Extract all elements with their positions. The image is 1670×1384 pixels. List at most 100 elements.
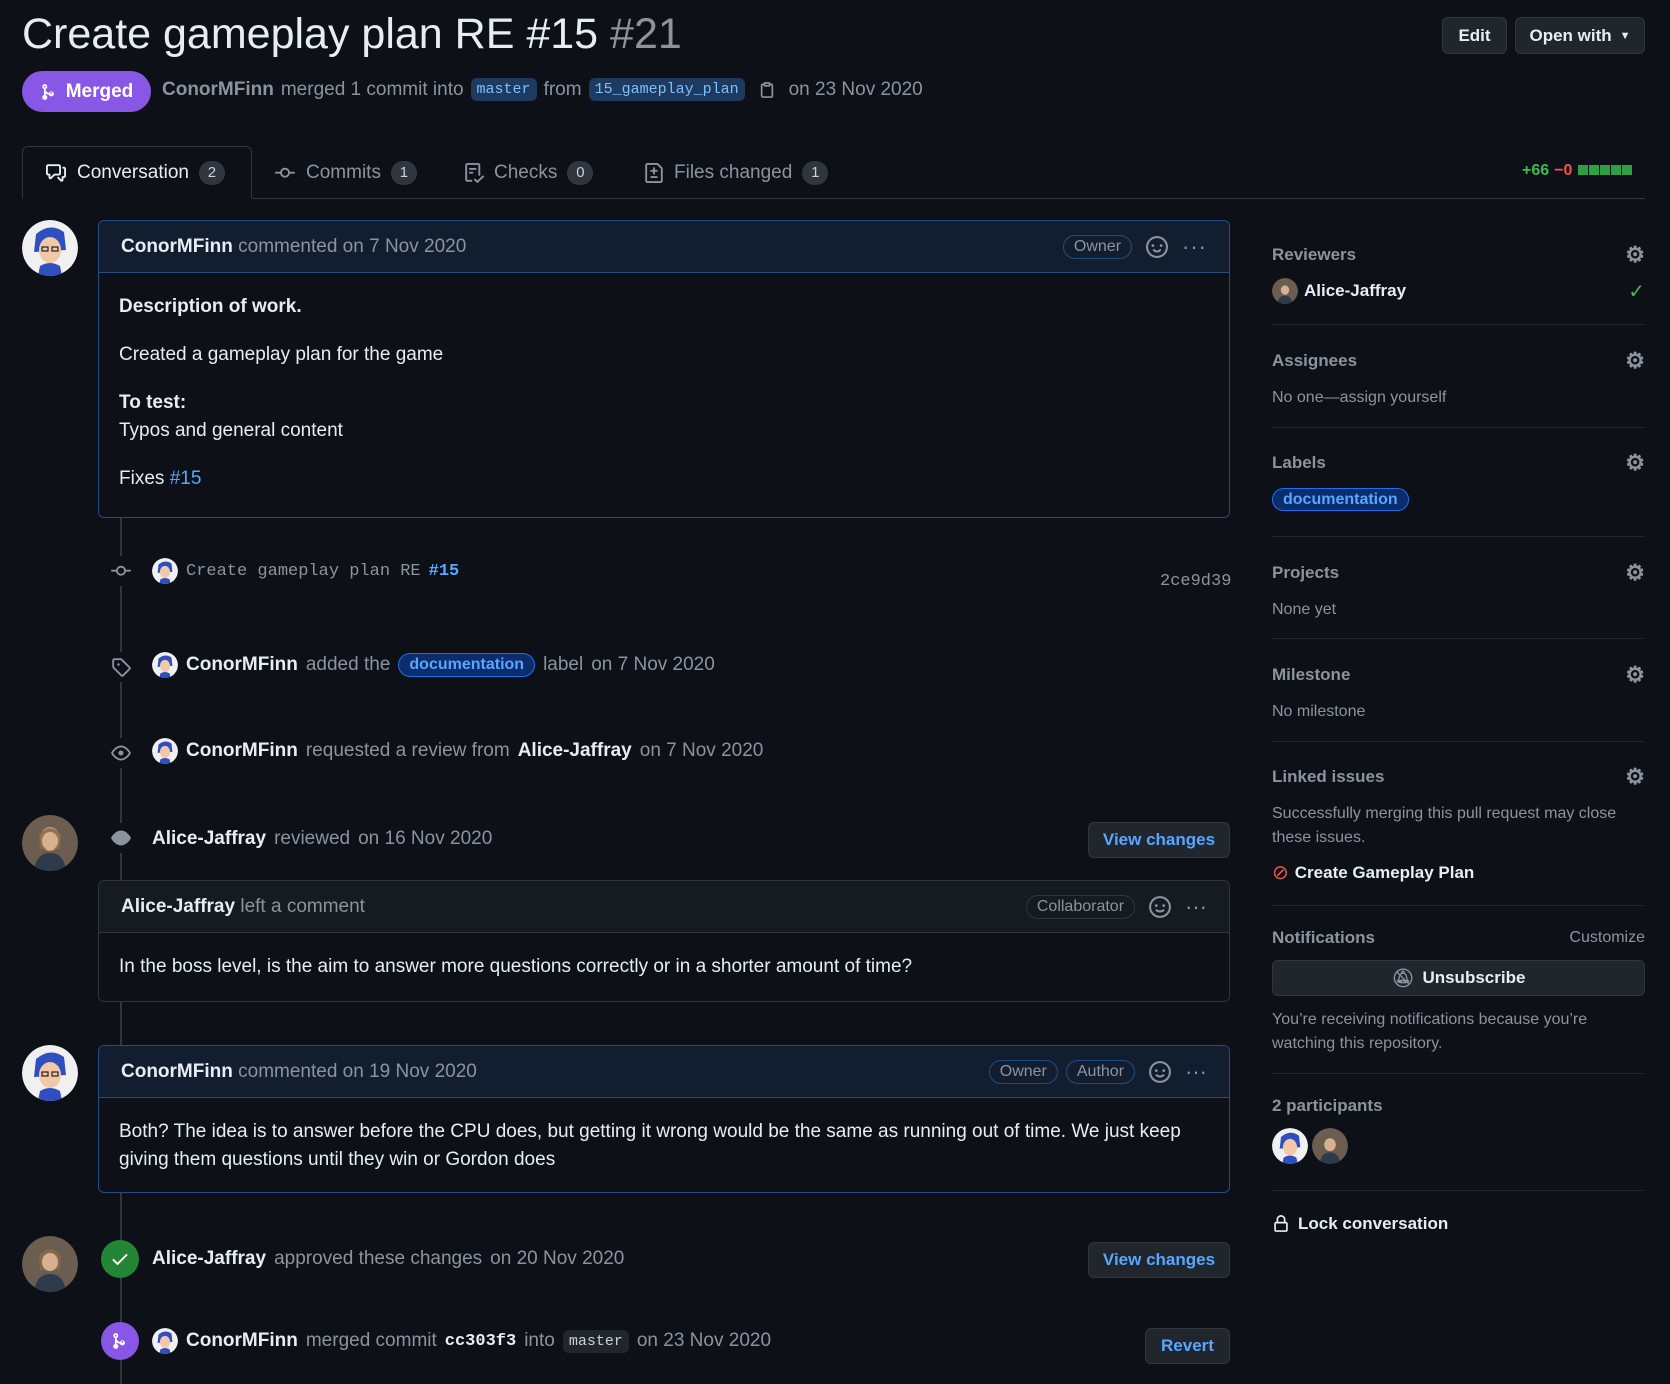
gear-icon[interactable]: ⚙ bbox=[1625, 662, 1645, 688]
tab-files-changed-count: 1 bbox=[802, 160, 829, 185]
view-changes-button[interactable]: View changes bbox=[1088, 822, 1230, 858]
review-request-reviewer[interactable]: Alice-Jaffray bbox=[518, 740, 632, 762]
check-icon: ✓ bbox=[1628, 280, 1645, 303]
copy-icon[interactable] bbox=[758, 80, 776, 100]
kebab-horizontal-icon[interactable]: ··· bbox=[1185, 1059, 1207, 1085]
base-branch[interactable]: master bbox=[470, 78, 537, 101]
comment-date[interactable]: commented on 7 Nov 2020 bbox=[238, 236, 466, 258]
review-author[interactable]: Alice-Jaffray bbox=[152, 828, 266, 850]
participant-avatar-alice-jaffray[interactable] bbox=[1312, 1128, 1348, 1164]
tab-files-changed[interactable]: Files changed 1 bbox=[622, 146, 850, 199]
from-text: from bbox=[543, 78, 582, 100]
customize-link[interactable]: Customize bbox=[1569, 929, 1645, 947]
smiley-icon[interactable] bbox=[1149, 895, 1171, 918]
reviewer-name[interactable]: Alice-Jaffray bbox=[1304, 281, 1406, 301]
tab-files-changed-label: Files changed bbox=[674, 161, 793, 183]
git-commit-icon bbox=[275, 167, 295, 178]
tab-checks[interactable]: Checks 0 bbox=[442, 146, 615, 199]
kebab-horizontal-icon[interactable]: ··· bbox=[1185, 894, 1207, 920]
head-branch[interactable]: 15_gameplay_plan bbox=[588, 78, 745, 101]
gear-icon[interactable]: ⚙ bbox=[1625, 348, 1645, 374]
sidebar-divider bbox=[1272, 1190, 1645, 1191]
unsubscribe-label: Unsubscribe bbox=[1422, 968, 1526, 987]
avatar-alice-jaffray[interactable] bbox=[22, 1236, 78, 1292]
avatar-conormfinn-small[interactable] bbox=[152, 558, 178, 584]
gear-icon[interactable]: ⚙ bbox=[1625, 242, 1645, 268]
gear-icon[interactable]: ⚙ bbox=[1625, 764, 1645, 790]
avatar-conormfinn-small[interactable] bbox=[152, 652, 178, 678]
milestone-heading: Milestone bbox=[1272, 665, 1351, 684]
documentation-label[interactable]: documentation bbox=[398, 653, 536, 677]
participant-avatar-conormfinn[interactable] bbox=[1272, 1128, 1308, 1164]
git-commit-icon bbox=[106, 556, 136, 586]
avatar-alice-jaffray-small[interactable] bbox=[1272, 278, 1298, 304]
comment-author[interactable]: ConorMFinn bbox=[121, 236, 233, 258]
sidebar-assignees: Assignees ⚙ No one—assign yourself bbox=[1272, 348, 1645, 410]
lock-conversation-link[interactable]: Lock conversation bbox=[1272, 1214, 1448, 1234]
approval-date[interactable]: on 20 Nov 2020 bbox=[490, 1248, 624, 1270]
gear-icon[interactable]: ⚙ bbox=[1625, 560, 1645, 586]
avatar-conormfinn-small[interactable] bbox=[152, 738, 178, 764]
review-comment-card: Alice-Jaffray left a comment Collaborato… bbox=[98, 880, 1230, 1002]
merged-date[interactable]: on 23 Nov 2020 bbox=[637, 1330, 771, 1352]
notifications-text: You’re receiving notifications because y… bbox=[1272, 1011, 1588, 1052]
sidebar-divider bbox=[1272, 324, 1645, 325]
approval-event: Alice-Jaffray approved these changes on … bbox=[152, 1248, 624, 1270]
smiley-icon[interactable] bbox=[1149, 1060, 1171, 1083]
review-date[interactable]: on 16 Nov 2020 bbox=[358, 828, 492, 850]
eye-icon bbox=[106, 738, 136, 768]
test-text: Typos and general content bbox=[119, 420, 343, 441]
sidebar-divider bbox=[1272, 741, 1645, 742]
merged-into: into bbox=[524, 1330, 555, 1351]
avatar-alice-jaffray[interactable] bbox=[22, 815, 78, 871]
merged-state-label: Merged bbox=[65, 80, 134, 102]
pr-author-link[interactable]: ConorMFinn bbox=[162, 79, 274, 101]
reply-author[interactable]: ConorMFinn bbox=[121, 1061, 233, 1083]
tab-commits[interactable]: Commits 1 bbox=[252, 146, 439, 199]
review-request-date[interactable]: on 7 Nov 2020 bbox=[640, 740, 764, 762]
owner-badge: Owner bbox=[988, 1059, 1058, 1084]
documentation-label[interactable]: documentation bbox=[1272, 488, 1409, 511]
assignees-text[interactable]: No one—assign yourself bbox=[1272, 386, 1645, 410]
tab-conversation[interactable]: Conversation 2 bbox=[22, 146, 252, 199]
pr-number: #21 bbox=[610, 10, 682, 58]
linked-issues-heading: Linked issues bbox=[1272, 767, 1385, 786]
sidebar-reviewers: Reviewers ⚙ Alice-Jaffray ✓ bbox=[1272, 242, 1645, 304]
review-comment-author[interactable]: Alice-Jaffray bbox=[121, 896, 235, 918]
eye-icon bbox=[106, 823, 136, 853]
label-event-date[interactable]: on 7 Nov 2020 bbox=[591, 654, 715, 676]
sidebar-participants: 2 participants bbox=[1272, 1096, 1645, 1164]
edit-button[interactable]: Edit bbox=[1442, 17, 1507, 54]
view-changes-button[interactable]: View changes bbox=[1088, 1242, 1230, 1278]
comment-discussion-icon bbox=[46, 163, 66, 182]
review-request-author[interactable]: ConorMFinn bbox=[186, 740, 298, 762]
avatar-conormfinn[interactable] bbox=[22, 1045, 78, 1101]
merged-branch[interactable]: master bbox=[562, 1329, 629, 1353]
gear-icon[interactable]: ⚙ bbox=[1625, 450, 1645, 476]
label-event-author[interactable]: ConorMFinn bbox=[186, 654, 298, 676]
commit-message[interactable]: Create gameplay plan RE bbox=[186, 562, 421, 581]
file-diff-icon bbox=[645, 162, 663, 183]
avatar-conormfinn-small[interactable] bbox=[152, 1328, 178, 1354]
open-with-button[interactable]: Open with ▼ bbox=[1515, 17, 1645, 54]
merged-author[interactable]: ConorMFinn bbox=[186, 1330, 298, 1352]
merged-state-badge: Merged bbox=[22, 71, 151, 112]
sidebar-divider bbox=[1272, 905, 1645, 906]
commit-sha[interactable]: 2ce9d39 bbox=[1160, 572, 1231, 591]
test-heading: To test: bbox=[119, 392, 187, 413]
unsubscribe-button[interactable]: 🔕︎ Unsubscribe bbox=[1272, 960, 1645, 996]
avatar-conormfinn[interactable] bbox=[22, 220, 78, 276]
kebab-horizontal-icon[interactable]: ··· bbox=[1182, 234, 1207, 260]
revert-button[interactable]: Revert bbox=[1145, 1328, 1230, 1364]
comment-header: ConorMFinn commented on 7 Nov 2020 Owner… bbox=[99, 221, 1229, 273]
commit-issue-ref[interactable]: #15 bbox=[429, 562, 460, 581]
linked-issue-link[interactable]: Create Gameplay Plan bbox=[1295, 863, 1475, 883]
bell-slash-icon: 🔕︎ bbox=[1391, 967, 1415, 988]
smiley-icon[interactable] bbox=[1146, 235, 1169, 258]
merged-sha[interactable]: cc303f3 bbox=[445, 1332, 516, 1351]
commit-event: Create gameplay plan RE #15 bbox=[152, 558, 459, 584]
approval-author[interactable]: Alice-Jaffray bbox=[152, 1248, 266, 1270]
fixes-issue-link[interactable]: #15 bbox=[170, 468, 202, 489]
label-event-suffix: label bbox=[543, 654, 584, 675]
reply-date[interactable]: commented on 19 Nov 2020 bbox=[238, 1061, 477, 1083]
